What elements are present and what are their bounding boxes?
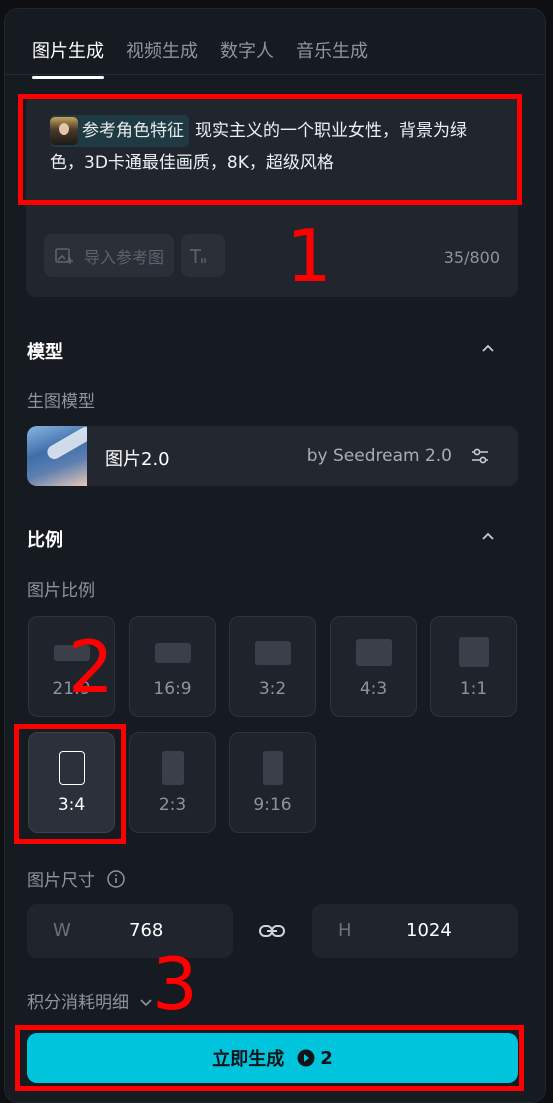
tab-divider — [5, 74, 543, 75]
tab-image-generation[interactable]: 图片生成 — [32, 37, 104, 79]
model-thumbnail — [27, 426, 87, 486]
reference-chip[interactable]: 参考角色特征 — [50, 115, 189, 147]
link-icon[interactable] — [258, 919, 286, 943]
ratio-option-3-4[interactable]: 3:4 — [28, 732, 115, 833]
generate-cost: 2 — [320, 1047, 333, 1069]
ratio-option-9-16[interactable]: 9:16 — [229, 732, 316, 833]
ratio-shape — [262, 751, 283, 785]
credit-details-label: 积分消耗明细 — [27, 993, 129, 1013]
height-prefix: H — [338, 920, 352, 941]
tab-music-generation[interactable]: 音乐生成 — [296, 37, 368, 79]
ratio-option-16-9[interactable]: 16:9 — [129, 616, 216, 717]
info-icon[interactable] — [106, 869, 126, 889]
tab-bar: 图片生成 视频生成 数字人 音乐生成 — [32, 37, 368, 79]
ratio-option-2-3[interactable]: 2:3 — [129, 732, 216, 833]
import-reference-label: 导入参考图 — [84, 247, 165, 267]
ratio-shape — [161, 751, 184, 785]
ratio-label: 2:3 — [158, 795, 187, 815]
ratio-shape — [458, 637, 489, 667]
chevron-up-icon[interactable] — [479, 339, 497, 357]
size-sub-label: 图片尺寸 — [27, 866, 126, 891]
ratio-option-3-2[interactable]: 3:2 — [229, 616, 316, 717]
ratio-option-1-1[interactable]: 1:1 — [430, 616, 517, 717]
size-label: 图片尺寸 — [27, 871, 95, 891]
text-format-button[interactable] — [181, 234, 226, 277]
annotation-number-2: 2 — [68, 625, 114, 709]
ratio-label: 1:1 — [459, 679, 488, 699]
import-reference-button[interactable]: 导入参考图 — [44, 234, 175, 277]
tab-video-generation[interactable]: 视频生成 — [126, 37, 198, 79]
prompt-tools: 导入参考图 — [44, 234, 226, 277]
text-format-icon — [190, 248, 206, 263]
height-value[interactable]: 1024 — [406, 920, 452, 941]
ratio-label: 3:2 — [258, 679, 287, 699]
tab-digital-human[interactable]: 数字人 — [220, 37, 274, 79]
character-counter: 35/800 — [443, 248, 500, 267]
prompt-box[interactable]: 参考角色特征 现实主义的一个职业女性，背景为绿色，3D卡通最佳画质，8K，超级风… — [26, 95, 518, 297]
model-section-title: 模型 — [27, 342, 63, 363]
model-selector[interactable]: 图片2.0 by Seedream 2.0 — [27, 426, 518, 486]
ratio-shape — [254, 641, 291, 665]
ratio-shape — [355, 639, 392, 666]
prompt-input[interactable]: 参考角色特征 现实主义的一个职业女性，背景为绿色，3D卡通最佳画质，8K，超级风… — [50, 115, 500, 179]
ratio-label: 4:3 — [359, 679, 388, 699]
generate-label: 立即生成 — [212, 1049, 285, 1070]
ratio-shape — [154, 643, 191, 663]
annotation-number-1: 1 — [286, 214, 332, 298]
ratio-label: 16:9 — [153, 679, 192, 699]
settings-sliders-icon[interactable] — [469, 445, 491, 467]
annotation-number-3: 3 — [152, 942, 198, 1026]
model-sub-label: 生图模型 — [27, 392, 95, 412]
ratio-sub-label: 图片比例 — [27, 581, 95, 601]
model-provider: by Seedream 2.0 — [306, 446, 452, 466]
reference-chip-label: 参考角色特征 — [82, 121, 184, 141]
model-name: 图片2.0 — [105, 449, 170, 470]
ratio-label: 9:16 — [253, 795, 292, 815]
generate-button[interactable]: 立即生成 2 — [27, 1033, 518, 1083]
width-prefix: W — [53, 920, 71, 941]
credit-details-toggle[interactable]: 积分消耗明细 — [27, 988, 154, 1013]
credit-coin-icon — [297, 1049, 315, 1067]
reference-avatar — [50, 117, 78, 145]
ratio-shape — [58, 751, 85, 785]
image-add-icon — [55, 247, 73, 264]
ratio-label: 3:4 — [57, 795, 86, 815]
ratio-section-title: 比例 — [27, 530, 63, 551]
height-field[interactable]: H 1024 — [312, 904, 518, 958]
width-field[interactable]: W 768 — [27, 904, 233, 958]
ratio-option-4-3[interactable]: 4:3 — [330, 616, 417, 717]
chevron-up-icon[interactable] — [479, 527, 497, 545]
width-value[interactable]: 768 — [129, 920, 163, 941]
